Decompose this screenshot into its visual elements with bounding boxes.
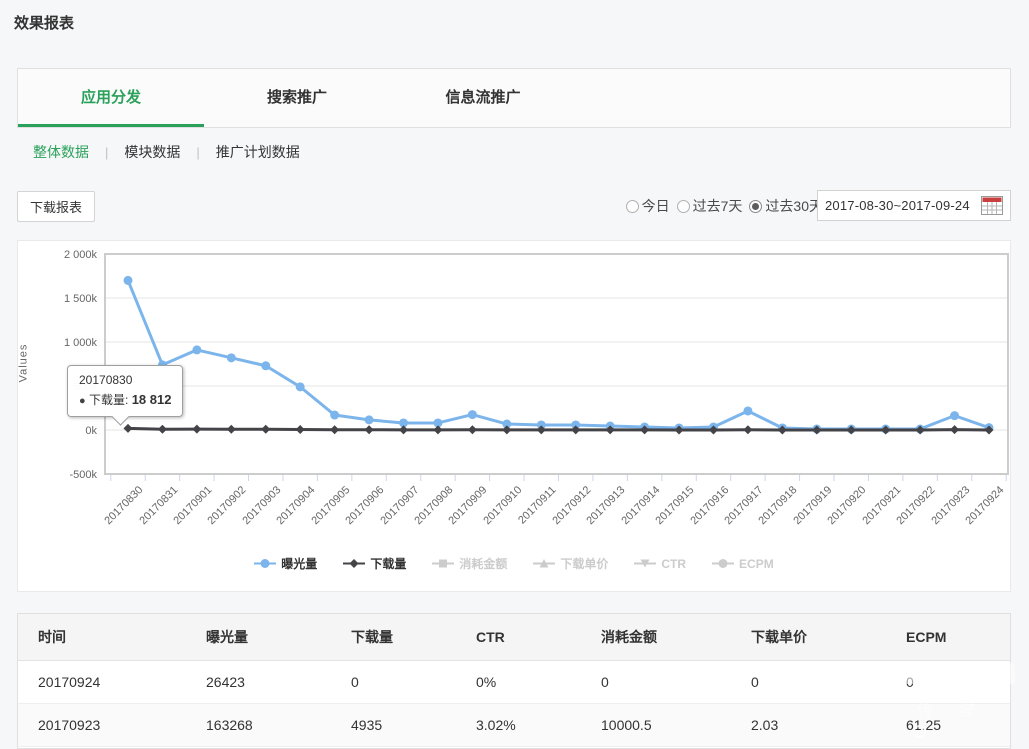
radio-label: 过去7天 [693,196,743,216]
line-chart-svg: 2 000k1 500k1 000k500k0k-500k [18,241,1012,593]
table-cell: 10000.5 [581,703,731,746]
sub-nav-link-2[interactable]: 推广计划数据 [216,142,300,162]
chart-tooltip: 20170830 ● 下载量: 18 812 [67,365,183,417]
legend-label: 消耗金额 [459,555,507,572]
tab-bar: 应用分发 搜索推广 信息流推广 [17,68,1011,128]
table-header-cell: CTR [456,614,581,660]
legend-item-0[interactable]: 曝光量 [254,555,317,572]
legend-triangle-down-marker-icon [634,557,656,570]
svg-text:-500k: -500k [69,469,97,481]
table-header-cell: ECPM [886,614,1011,660]
legend-label: 曝光量 [281,555,317,572]
table-cell: 0 [886,660,1011,703]
tab-1[interactable]: 搜索推广 [204,69,390,127]
table-cell: 0% [456,660,581,703]
tab-label: 搜索推广 [267,89,327,106]
sub-nav-separator: | [105,145,108,160]
legend-item-2[interactable]: 消耗金额 [432,555,507,572]
table-cell: 0 [731,660,886,703]
table-cell: 2.03 [731,703,886,746]
legend-label: 下载量 [370,555,406,572]
table-header-row: 时间曝光量下载量CTR消耗金额下载单价ECPM [18,614,1011,660]
table-row: 2017092316326849353.02%10000.52.0361.25 [18,703,1011,746]
svg-text:2 000k: 2 000k [64,249,98,261]
legend-circle-marker-icon [254,557,276,570]
table-cell: 20170924 [18,660,186,703]
radio-circle[interactable] [677,200,690,213]
active-tab-underline [18,124,204,127]
calendar-icon[interactable] [981,196,1003,215]
date-range-input[interactable]: 2017-08-30~2017-09-24 [817,190,1011,221]
legend-item-4[interactable]: CTR [634,555,686,572]
sub-nav-separator: | [196,145,199,160]
table-body: 201709242642300%0002017092316326849353.0… [18,660,1011,746]
sub-nav: 整体数据 | 模块数据 | 推广计划数据 [33,142,300,162]
radio-1[interactable]: 过去7天 [677,196,743,216]
legend-item-1[interactable]: 下载量 [343,555,406,572]
tooltip-value: 18 812 [132,392,172,407]
radio-circle[interactable] [749,200,762,213]
date-range-radio-group: 今日 过去7天 过去30天 [626,196,823,216]
tooltip-series-dot: ● [79,395,86,407]
table-cell: 0 [331,660,456,703]
download-report-button[interactable]: 下载报表 [17,191,95,222]
radio-label: 过去30天 [765,196,823,216]
page-title: 效果报表 [14,12,74,33]
radio-label: 今日 [642,196,670,216]
svg-text:1 500k: 1 500k [64,293,98,305]
table-cell: 20170923 [18,703,186,746]
table-cell: 163268 [186,703,331,746]
legend-circle-marker-icon [712,557,734,570]
legend-triangle-marker-icon [533,557,555,570]
tab-2[interactable]: 信息流推广 [390,69,576,127]
sub-nav-link-1[interactable]: 模块数据 [124,142,180,162]
table-header-cell: 曝光量 [186,614,331,660]
legend-square-marker-icon [432,557,454,570]
tooltip-series-label: 下载量: [89,393,128,407]
data-table-panel: 时间曝光量下载量CTR消耗金额下载单价ECPM 201709242642300%… [17,613,1011,749]
table-cell: 0 [581,660,731,703]
legend-item-5[interactable]: ECPM [712,555,774,572]
tab-label: 应用分发 [81,89,141,106]
svg-text:0k: 0k [85,425,97,437]
data-table: 时间曝光量下载量CTR消耗金额下载单价ECPM 201709242642300%… [18,614,1011,747]
table-cell: 4935 [331,703,456,746]
tab-0[interactable]: 应用分发 [18,69,204,127]
table-header-cell: 消耗金额 [581,614,731,660]
table-cell: 3.02% [456,703,581,746]
legend-label: ECPM [739,557,774,571]
chart-legend: 曝光量 下载量 消耗金额 下载单价 CTR ECPM [18,555,1010,572]
legend-label: 下载单价 [560,555,608,572]
legend-label: CTR [661,557,686,571]
sub-nav-link-0[interactable]: 整体数据 [33,142,89,162]
table-row: 201709242642300%000 [18,660,1011,703]
date-range-value: 2017-08-30~2017-09-24 [825,198,970,213]
radio-2[interactable]: 过去30天 [749,196,823,216]
legend-item-3[interactable]: 下载单价 [533,555,608,572]
table-cell: 61.25 [886,703,1011,746]
table-cell: 26423 [186,660,331,703]
y-axis-title: Values [17,344,29,383]
chart-panel: Values 2 000k1 500k1 000k500k0k-500k 201… [17,240,1011,592]
svg-text:1 000k: 1 000k [64,337,98,349]
legend-diamond-marker-icon [343,557,365,570]
table-header-cell: 下载量 [331,614,456,660]
table-header-cell: 时间 [18,614,186,660]
radio-circle[interactable] [626,200,639,213]
tab-label: 信息流推广 [445,89,520,106]
radio-0[interactable]: 今日 [626,196,670,216]
table-header-cell: 下载单价 [731,614,886,660]
tooltip-date: 20170830 [79,373,171,387]
